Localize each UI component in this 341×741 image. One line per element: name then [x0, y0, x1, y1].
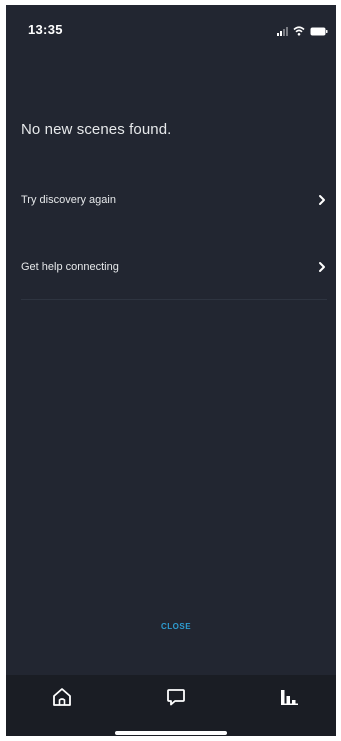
home-indicator	[115, 731, 227, 735]
phone-frame: 13:35 No new scenes found. Try discovery…	[0, 0, 341, 741]
chat-bubble-icon	[167, 689, 185, 706]
chevron-right-icon	[319, 262, 325, 272]
app-screen: 13:35 No new scenes found. Try discovery…	[6, 5, 336, 736]
bar-chart-icon	[281, 690, 298, 705]
try-discovery-again-label: Try discovery again	[21, 194, 116, 206]
get-help-connecting-label: Get help connecting	[21, 261, 119, 273]
nav-home[interactable]	[50, 685, 74, 709]
divider	[21, 299, 327, 300]
nav-communicate[interactable]	[164, 685, 188, 709]
nav-activity[interactable]	[278, 685, 302, 709]
chevron-right-icon	[319, 195, 325, 205]
status-time: 13:35	[28, 22, 63, 37]
close-button[interactable]: CLOSE	[136, 617, 216, 637]
wifi-icon	[293, 26, 305, 36]
battery-icon	[310, 27, 328, 36]
bottom-nav	[6, 675, 336, 736]
home-icon	[53, 688, 71, 706]
get-help-connecting-row[interactable]: Get help connecting	[21, 252, 327, 282]
status-icons	[277, 22, 328, 36]
try-discovery-again-row[interactable]: Try discovery again	[21, 185, 327, 215]
page-title: No new scenes found.	[21, 121, 172, 138]
status-bar: 13:35	[6, 5, 336, 49]
signal-icon	[277, 26, 288, 36]
